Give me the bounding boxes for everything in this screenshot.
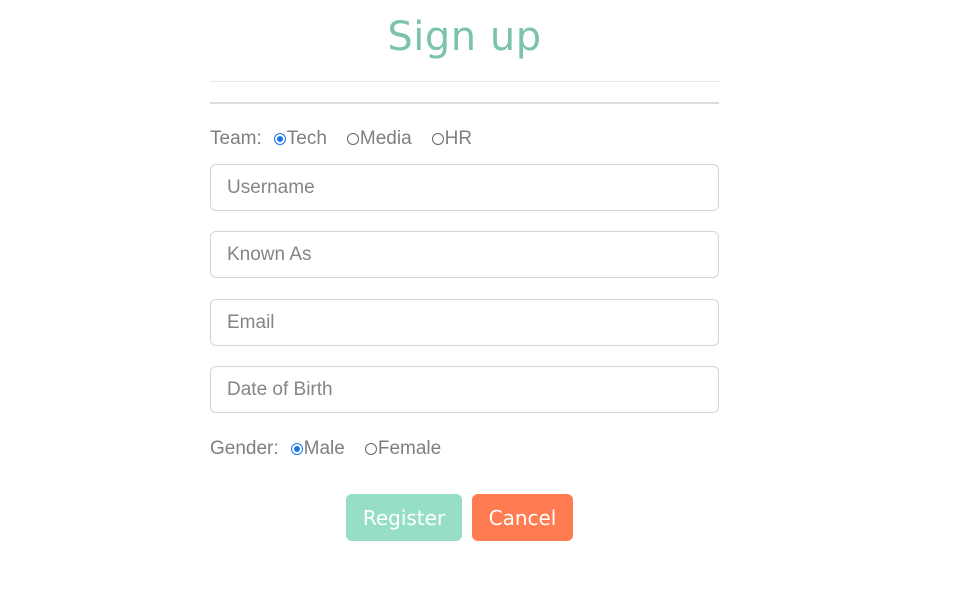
- radio-male[interactable]: [290, 443, 303, 455]
- gender-option-female-label: Female: [377, 438, 442, 459]
- team-option-media-label: Media: [359, 128, 412, 149]
- register-button[interactable]: Register: [346, 494, 462, 541]
- gender-option-male-label: Male: [303, 438, 345, 459]
- email-input[interactable]: [210, 299, 719, 346]
- signup-page: Sign up Team: Tech Media HR Gender: Male…: [0, 0, 957, 591]
- cancel-button[interactable]: Cancel: [472, 494, 573, 541]
- page-title: Sign up: [387, 14, 542, 60]
- team-option-tech-label: Tech: [286, 128, 327, 149]
- title-divider: [210, 81, 719, 82]
- gender-option-female[interactable]: Female: [364, 438, 442, 460]
- form-divider: [210, 102, 719, 104]
- username-input[interactable]: [210, 164, 719, 211]
- date-of-birth-input[interactable]: [210, 366, 719, 413]
- radio-media[interactable]: [346, 133, 359, 145]
- team-option-media[interactable]: Media: [346, 128, 412, 150]
- team-option-hr[interactable]: HR: [431, 128, 473, 150]
- radio-tech[interactable]: [273, 133, 286, 145]
- team-label: Team:: [210, 128, 262, 149]
- radio-female[interactable]: [364, 443, 377, 455]
- radio-hr[interactable]: [431, 133, 444, 145]
- team-option-tech[interactable]: Tech: [273, 128, 327, 150]
- gender-radio-group: Gender: Male Female: [210, 438, 461, 460]
- team-option-hr-label: HR: [444, 128, 473, 149]
- known-as-input[interactable]: [210, 231, 719, 278]
- gender-option-male[interactable]: Male: [290, 438, 345, 460]
- team-radio-group: Team: Tech Media HR: [210, 128, 492, 150]
- gender-label: Gender:: [210, 438, 279, 459]
